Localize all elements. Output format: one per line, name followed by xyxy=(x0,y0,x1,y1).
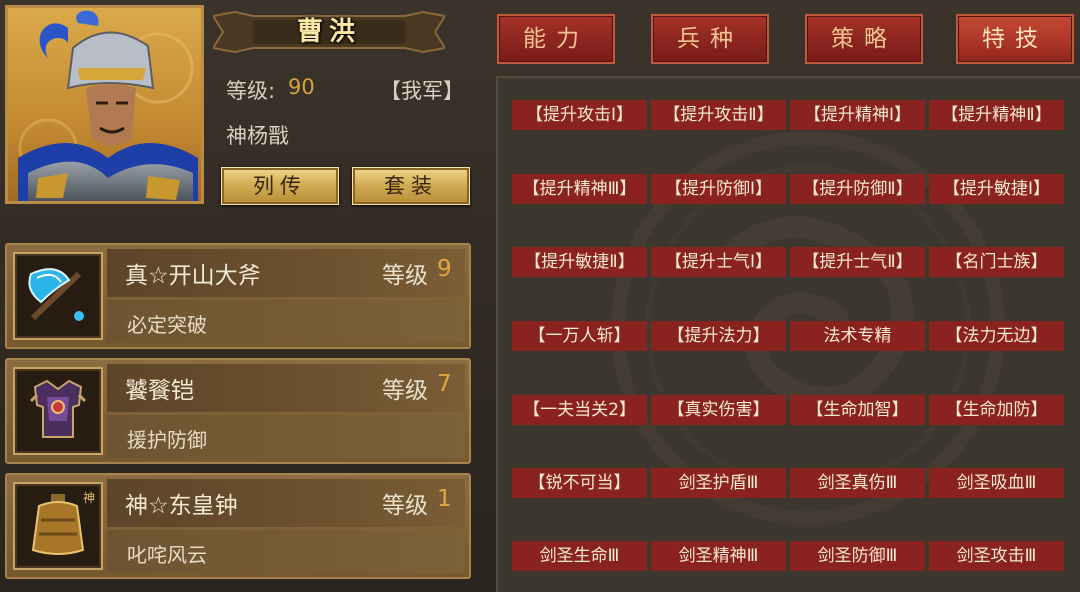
tab-special-skills[interactable]: 特技 xyxy=(956,14,1074,64)
skill-tag[interactable]: 【提升攻击Ⅰ】 xyxy=(512,100,647,130)
equipment-level-value: 1 xyxy=(437,486,452,512)
skill-tag[interactable]: 【一夫当关2】 xyxy=(512,395,647,425)
equipment-slot-weapon[interactable]: 真☆开山大斧 等级 9 必定突破 xyxy=(5,243,471,349)
skill-tag[interactable]: 剑圣防御Ⅲ xyxy=(790,541,925,571)
hero-level-label: 等级: xyxy=(226,79,276,103)
hero-name: 曹洪 xyxy=(296,17,361,47)
equipment-effect: 援护防御 xyxy=(127,428,207,452)
skill-tag[interactable]: 【提升敏捷Ⅱ】 xyxy=(512,247,647,277)
equipment-set-button[interactable]: 套装 xyxy=(352,167,470,205)
skill-tag[interactable]: 【提升敏捷Ⅰ】 xyxy=(929,174,1064,204)
skill-tag[interactable]: 【提升士气Ⅰ】 xyxy=(651,247,786,277)
equipment-slot-treasure[interactable]: 神 神☆东皇钟 等级 1 叱咤风云 xyxy=(5,473,471,579)
skill-tag[interactable]: 【法力无边】 xyxy=(929,321,1064,351)
equipment-level-label: 等级 xyxy=(382,263,428,289)
equipment-level-label: 等级 xyxy=(382,378,428,404)
warrior-portrait-icon xyxy=(18,10,198,201)
skill-tag[interactable]: 【生命加防】 xyxy=(929,395,1064,425)
skill-tag[interactable]: 【一万人斩】 xyxy=(512,321,647,351)
armor-icon xyxy=(13,367,103,455)
skill-tag[interactable]: 剑圣真伤Ⅲ xyxy=(790,468,925,498)
skill-tag[interactable]: 剑圣吸血Ⅲ xyxy=(929,468,1064,498)
hero-detail-screen: 曹洪 等级: 90 【我军】 神杨戬 列传 套装 真☆开山大斧 等级 9 必定突… xyxy=(0,0,1080,592)
equipment-name: 饕餮铠 xyxy=(125,378,194,404)
axe-icon xyxy=(13,252,103,340)
hero-title: 神杨戬 xyxy=(226,124,289,148)
skill-tag[interactable]: 剑圣攻击Ⅲ xyxy=(929,541,1064,571)
skill-tag[interactable]: 【生命加智】 xyxy=(790,395,925,425)
tab-strategy[interactable]: 策略 xyxy=(805,14,923,64)
biography-button[interactable]: 列传 xyxy=(221,167,339,205)
equipment-slot-armor[interactable]: 饕餮铠 等级 7 援护防御 xyxy=(5,358,471,464)
skill-tag[interactable]: 剑圣生命Ⅲ xyxy=(512,541,647,571)
skill-tag[interactable]: 剑圣精神Ⅲ xyxy=(651,541,786,571)
hero-portrait[interactable] xyxy=(5,5,204,204)
equipment-level-value: 9 xyxy=(437,256,452,282)
skill-tag[interactable]: 【提升精神Ⅱ】 xyxy=(929,100,1064,130)
equipment-effect: 必定突破 xyxy=(127,313,207,337)
bell-icon: 神 xyxy=(13,482,103,570)
svg-text:神: 神 xyxy=(83,491,95,505)
equipment-effect: 叱咤风云 xyxy=(127,543,207,567)
skill-tag[interactable]: 【提升防御Ⅱ】 xyxy=(790,174,925,204)
tab-troop[interactable]: 兵种 xyxy=(651,14,769,64)
skill-tag[interactable]: 【提升精神Ⅰ】 xyxy=(790,100,925,130)
skill-tag[interactable]: 【提升士气Ⅱ】 xyxy=(790,247,925,277)
skill-tag[interactable]: 【真实伤害】 xyxy=(651,395,786,425)
skill-tag[interactable]: 法术专精 xyxy=(790,321,925,351)
equipment-level-value: 7 xyxy=(437,371,452,397)
equipment-name: 神☆东皇钟 xyxy=(125,493,238,519)
equipment-name: 真☆开山大斧 xyxy=(125,263,261,289)
hero-name-banner: 曹洪 xyxy=(213,10,445,54)
hero-level-value: 90 xyxy=(288,75,315,99)
skill-tag[interactable]: 【提升法力】 xyxy=(651,321,786,351)
skill-tag[interactable]: 剑圣护盾Ⅲ xyxy=(651,468,786,498)
skill-tag[interactable]: 【名门士族】 xyxy=(929,247,1064,277)
skill-tag[interactable]: 【锐不可当】 xyxy=(512,468,647,498)
special-skills-panel: 【提升攻击Ⅰ】 【提升攻击Ⅱ】 【提升精神Ⅰ】 【提升精神Ⅱ】 【提升精神Ⅲ】 【提升防御… xyxy=(496,76,1080,592)
skill-tag[interactable]: 【提升防御Ⅰ】 xyxy=(651,174,786,204)
skill-tag[interactable]: 【提升精神Ⅲ】 xyxy=(512,174,647,204)
hero-faction: 【我军】 xyxy=(380,79,464,103)
equipment-level-label: 等级 xyxy=(382,493,428,519)
skill-tag[interactable]: 【提升攻击Ⅱ】 xyxy=(651,100,786,130)
tab-ability[interactable]: 能力 xyxy=(497,14,615,64)
